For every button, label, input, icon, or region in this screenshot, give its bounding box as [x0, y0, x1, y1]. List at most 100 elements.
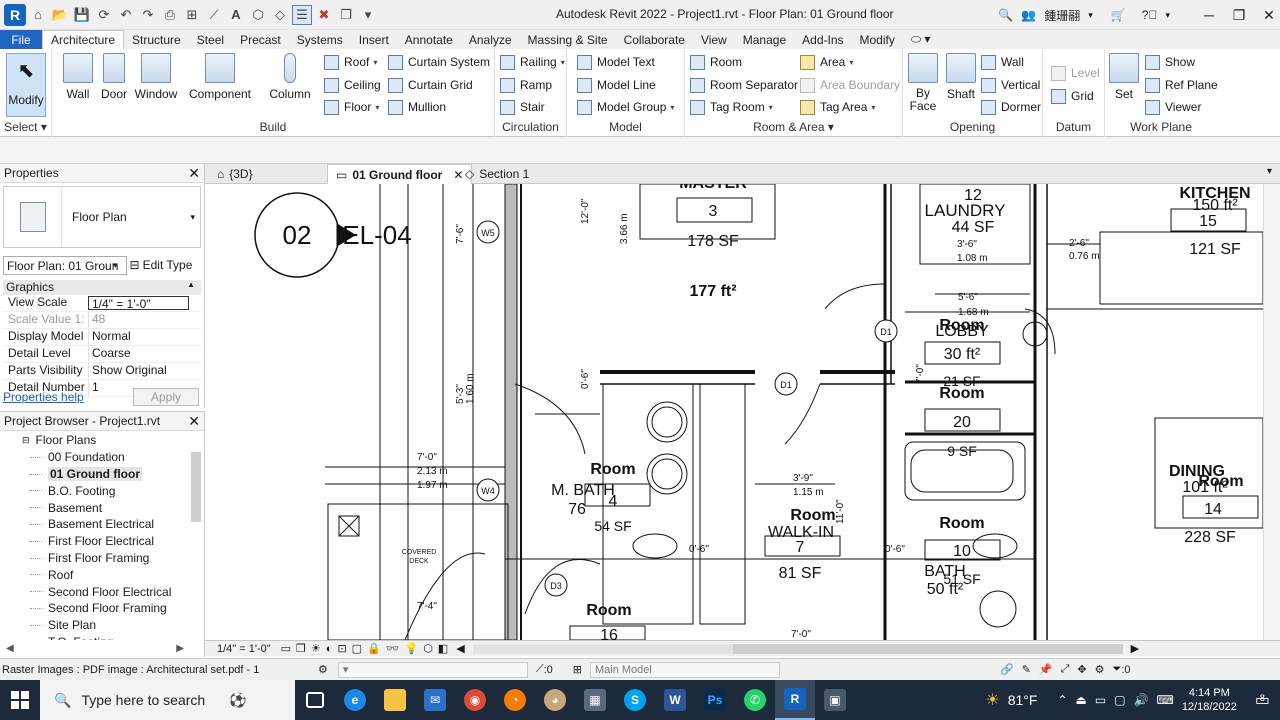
nav-wheel-icon[interactable]: [1267, 194, 1277, 208]
floor-plan-drawing[interactable]: 02EL-04MASTER177 ft²3178 SFLAUNDRY44 SF1…: [205, 184, 1263, 640]
roof-button[interactable]: Roof ▾: [324, 52, 377, 72]
user-chevron-down-icon[interactable]: ▾: [1088, 10, 1093, 21]
property-value[interactable]: Show Original: [88, 363, 201, 379]
minimize-icon[interactable]: ─: [1198, 7, 1220, 23]
property-row[interactable]: Parts Visibility Show Original: [3, 363, 201, 380]
revit-logo-icon[interactable]: R: [4, 3, 26, 26]
show-button[interactable]: Show: [1145, 52, 1195, 72]
visual-style-icon[interactable]: ❒: [296, 642, 306, 655]
select-by-face-icon[interactable]: ⤢: [1061, 663, 1070, 676]
tab-precast[interactable]: Precast: [232, 30, 289, 49]
worksets-icon[interactable]: ⚙: [318, 663, 328, 676]
open-icon[interactable]: 📂: [50, 5, 70, 25]
battery-icon[interactable]: ▭: [1095, 693, 1106, 707]
edit-type-button[interactable]: ⊟ Edit Type: [130, 258, 193, 272]
shadows-icon[interactable]: ◐: [326, 643, 333, 655]
room-area-dropdown[interactable]: Room & Area ▾: [685, 120, 902, 134]
tray-chevron-up-icon[interactable]: ⌃: [1057, 693, 1067, 707]
thin-lines-icon[interactable]: ☰: [292, 4, 312, 25]
users-icon[interactable]: 👥: [1021, 8, 1036, 22]
paint-icon[interactable]: ◕: [535, 680, 575, 720]
property-row[interactable]: View Scale 1/4" = 1'-0": [3, 295, 201, 312]
tree-item[interactable]: Site Plan: [0, 617, 190, 634]
tab-collaborate[interactable]: Collaborate: [616, 30, 693, 49]
area-button[interactable]: Area ▾: [800, 52, 853, 72]
type-chevron-down-icon[interactable]: ▾: [190, 212, 200, 223]
show-crop-icon[interactable]: ▢: [352, 642, 362, 655]
firefox-icon[interactable]: ◔: [495, 680, 535, 720]
language-icon[interactable]: ⌨: [1156, 693, 1173, 707]
window-button[interactable]: Window: [130, 53, 182, 101]
tree-item[interactable]: Second Floor Electrical: [0, 583, 190, 600]
mail-icon[interactable]: ✉: [415, 680, 455, 720]
hscroll-left-icon[interactable]: ◀: [456, 642, 464, 655]
tree-item[interactable]: Roof: [0, 566, 190, 583]
browser-hscroll[interactable]: ◀ ▶: [0, 641, 190, 655]
property-row[interactable]: Display Model Normal: [3, 329, 201, 346]
text-icon[interactable]: A: [226, 5, 246, 25]
help-chevron-down-icon[interactable]: ▾: [1165, 10, 1170, 21]
tab-ground-floor[interactable]: ▭ 01 Ground floor ✕: [327, 164, 473, 184]
tab-systems[interactable]: Systems: [289, 30, 351, 49]
property-row[interactable]: Detail Level Coarse: [3, 346, 201, 363]
print-icon[interactable]: ⎙: [160, 5, 180, 25]
analytical-icon[interactable]: ⬡: [423, 642, 433, 655]
close-icon[interactable]: ✕: [1258, 7, 1280, 24]
room-separator-button[interactable]: Room Separator: [690, 75, 798, 95]
tag-area-button[interactable]: Tag Area ▾: [800, 97, 875, 117]
tab-architecture[interactable]: Architecture: [42, 30, 125, 49]
notifications-icon[interactable]: ▭ 8: [1255, 690, 1270, 710]
measure-icon[interactable]: ⊞: [182, 5, 202, 25]
tree-item[interactable]: T.O. Footing: [0, 634, 190, 640]
select-dropdown[interactable]: Select ▾: [0, 120, 51, 134]
tree-item[interactable]: Basement Electrical: [0, 516, 190, 533]
editable-icon[interactable]: ⟋: [536, 663, 544, 676]
undo-icon[interactable]: ↶: [116, 5, 136, 25]
stair-button[interactable]: Stair: [500, 97, 545, 117]
tab-file[interactable]: File: [0, 30, 42, 49]
browser-scrollbar[interactable]: [191, 452, 201, 522]
hscroll-right-icon[interactable]: ▶: [1131, 642, 1139, 655]
model-line-button[interactable]: Model Line: [577, 75, 656, 95]
revit-taskbar-icon[interactable]: R: [775, 680, 815, 720]
close-hidden-icon[interactable]: ✖: [314, 5, 334, 25]
tab-view[interactable]: View: [693, 30, 735, 49]
photoshop-icon[interactable]: Ps: [695, 680, 735, 720]
switch-windows-icon[interactable]: ❐: [336, 5, 356, 25]
model-group-button[interactable]: Model Group ▾: [577, 97, 674, 117]
set-button[interactable]: Set: [1105, 53, 1143, 101]
tree-item[interactable]: First Floor Electrical: [0, 533, 190, 550]
taskbar-search[interactable]: 🔍 Type here to search ⚽: [40, 680, 295, 720]
tab-3d[interactable]: ⌂ {3D}: [209, 164, 261, 184]
chrome-icon[interactable]: ◉: [455, 680, 495, 720]
select-pinned-icon[interactable]: 📌: [1039, 663, 1053, 676]
property-value[interactable]: Coarse: [88, 346, 201, 362]
tree-item[interactable]: 01 Ground floor: [0, 466, 190, 483]
vertical-opening-button[interactable]: Vertical: [981, 75, 1040, 95]
task-view-icon[interactable]: [295, 680, 335, 720]
sync-icon[interactable]: ⟳: [94, 5, 114, 25]
graphics-section[interactable]: Graphics ▲: [3, 280, 201, 295]
clock[interactable]: 4:14 PM 12/18/2022: [1182, 686, 1237, 714]
tree-item[interactable]: B.O. Footing: [0, 482, 190, 499]
volume-icon[interactable]: 🔊: [1134, 693, 1149, 707]
design-option-dropdown[interactable]: Main Model: [589, 661, 780, 678]
viewer-button[interactable]: Viewer: [1145, 97, 1201, 117]
weather-icon[interactable]: ☀: [985, 690, 999, 710]
component-button[interactable]: Component: [188, 53, 252, 101]
level-button[interactable]: Level: [1051, 63, 1100, 83]
mullion-button[interactable]: Mullion: [388, 97, 446, 117]
properties-help-link[interactable]: Properties help: [3, 390, 84, 404]
wall-opening-button[interactable]: Wall: [981, 52, 1024, 72]
grid-button[interactable]: Grid: [1051, 86, 1094, 106]
dormer-button[interactable]: Dormer: [981, 97, 1041, 117]
whatsapp-icon[interactable]: ✆: [735, 680, 775, 720]
tab-insert[interactable]: Insert: [351, 30, 397, 49]
close-properties-icon[interactable]: ✕: [188, 165, 200, 182]
tab-manage[interactable]: Manage: [735, 30, 794, 49]
floor-button[interactable]: Floor ▾: [324, 97, 379, 117]
3d-view-icon[interactable]: ⬡: [248, 5, 268, 25]
instance-selector[interactable]: Floor Plan: 01 Groun: [3, 255, 127, 275]
section-icon[interactable]: ◇: [270, 5, 290, 25]
select-underlay-icon[interactable]: ✎: [1022, 663, 1031, 676]
